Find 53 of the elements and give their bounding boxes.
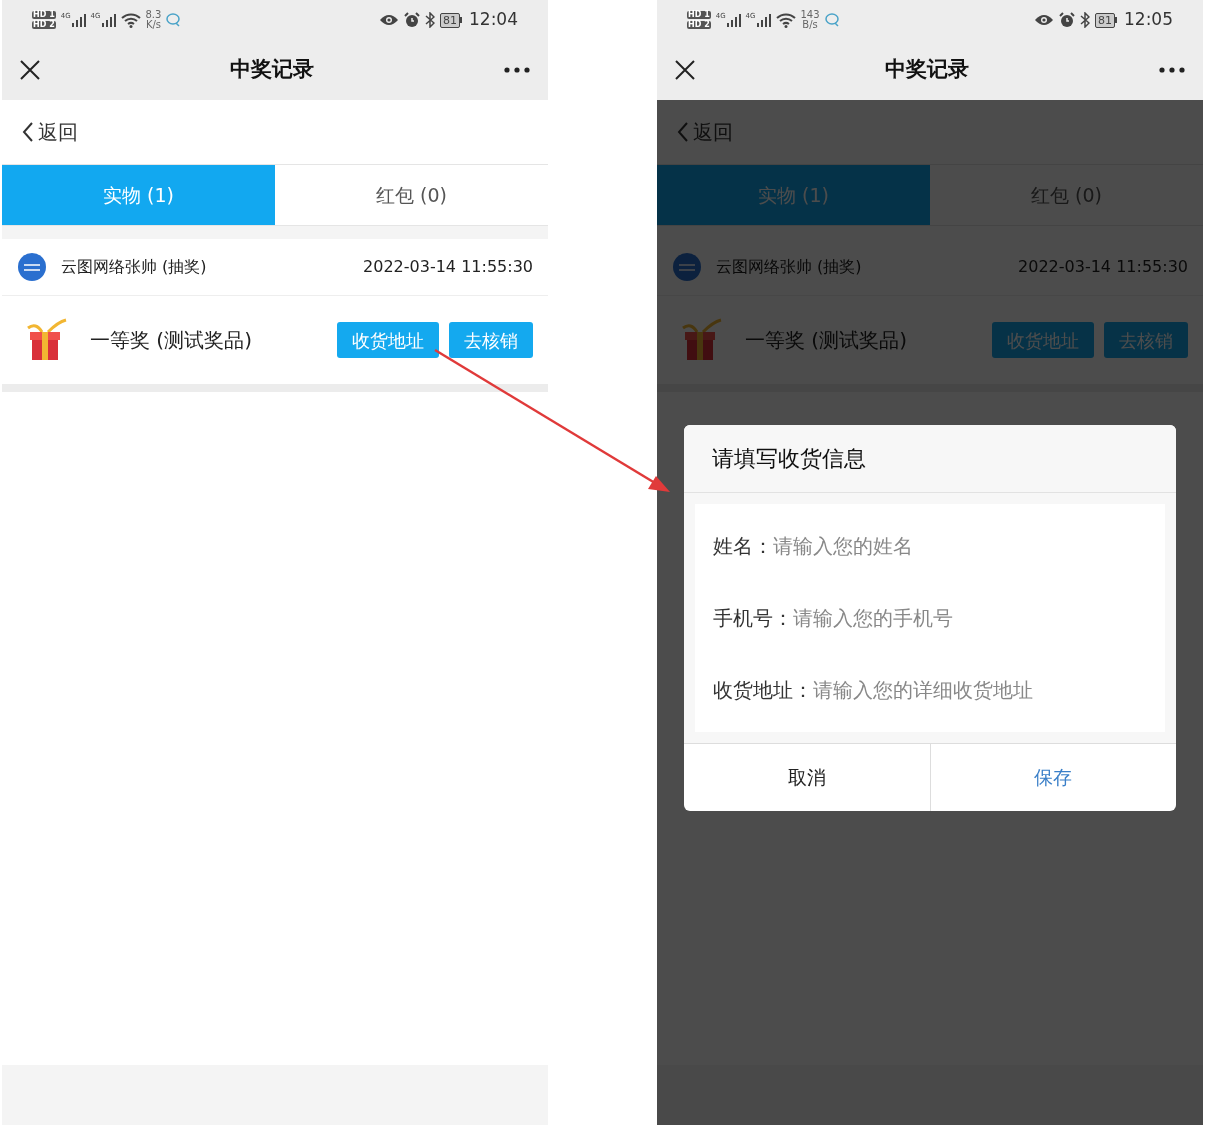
signal-icon (71, 13, 86, 27)
input-field[interactable]: 请输入您的姓名 (773, 531, 1147, 561)
chat-bubble-icon (166, 13, 183, 27)
prize-name: 一等奖 (测试奖品) (745, 327, 907, 354)
alarm-icon (404, 12, 420, 28)
action-button[interactable]: 去核销 (449, 322, 533, 358)
dialog-title: 请填写收货信息 (712, 445, 866, 473)
wifi-icon (775, 12, 796, 28)
save-button[interactable]: 保存 (929, 744, 1176, 811)
sim-badge: HD 1 (687, 11, 711, 19)
chat-bubble-icon (824, 13, 841, 27)
clock-time: 12:04 (469, 8, 518, 32)
eye-icon (379, 14, 399, 26)
sim-badge: HD 2 (687, 21, 711, 29)
winner-name: 云图网络张帅 (抽奖) (61, 256, 207, 278)
network-speed: 143 (800, 10, 820, 20)
more-options-icon[interactable] (1159, 67, 1185, 73)
field-label: 手机号： (713, 605, 793, 632)
win-time: 2022-03-14 11:55:30 (1018, 256, 1188, 278)
page-title: 中奖记录 (230, 56, 314, 84)
close-icon[interactable] (675, 60, 695, 80)
signal-icon (101, 13, 116, 27)
wifi-icon (120, 12, 141, 28)
page-title: 中奖记录 (885, 56, 969, 84)
action-button[interactable]: 收货地址 (337, 322, 439, 358)
sim-badge: HD 2 (32, 21, 56, 29)
battery-indicator: 81 (440, 12, 462, 28)
back-link[interactable]: 返回 (22, 117, 78, 147)
win-time: 2022-03-14 11:55:30 (363, 256, 533, 278)
more-options-icon[interactable] (504, 67, 530, 73)
battery-indicator: 81 (1095, 12, 1117, 28)
sim-badge: HD 1 (32, 11, 56, 19)
cancel-button[interactable]: 取消 (684, 744, 930, 811)
field-label: 收货地址： (713, 677, 813, 704)
winner-name: 云图网络张帅 (抽奖) (716, 256, 862, 278)
signal-icon (756, 13, 771, 27)
field-label: 姓名： (713, 533, 773, 560)
input-field[interactable]: 请输入您的详细收货地址 (813, 675, 1147, 705)
input-field[interactable]: 请输入您的手机号 (793, 603, 1147, 633)
speed-unit: K/s (145, 20, 161, 30)
close-icon[interactable] (20, 60, 40, 80)
bluetooth-icon (1080, 12, 1090, 28)
avatar-logo-icon (17, 252, 47, 282)
alarm-icon (1059, 12, 1075, 28)
bluetooth-icon (425, 12, 435, 28)
chevron-left-icon (22, 122, 34, 142)
tab[interactable]: 实物 (1) (2, 165, 275, 225)
prize-name: 一等奖 (测试奖品) (90, 327, 252, 354)
signal-icon (726, 13, 741, 27)
eye-icon (1034, 14, 1054, 26)
network-speed: 8.3 (145, 10, 162, 20)
clock-time: 12:05 (1124, 8, 1173, 32)
speed-unit: B/s (802, 20, 818, 30)
